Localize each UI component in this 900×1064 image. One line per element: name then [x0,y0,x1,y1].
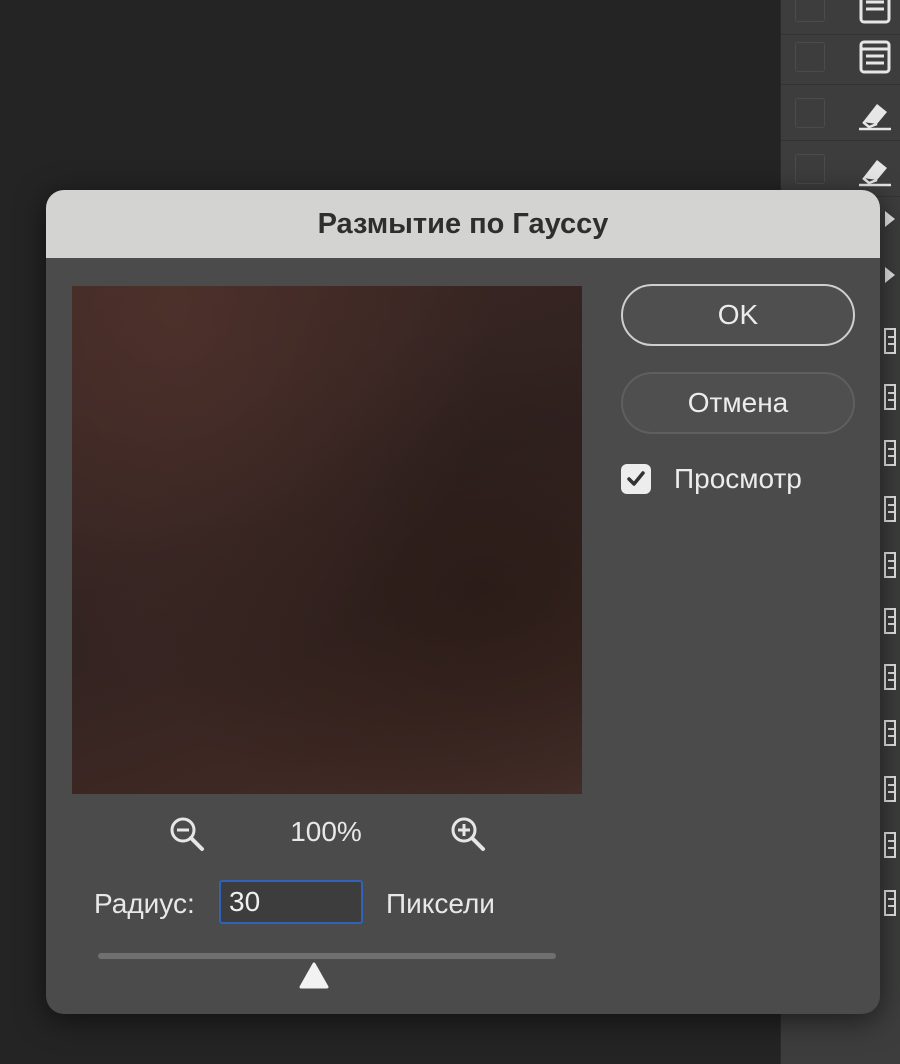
units-label: Пиксели [386,888,495,919]
zoom-in-icon[interactable] [448,814,488,854]
list-icon [884,890,896,916]
layer-row[interactable] [781,28,900,85]
preview-checkbox[interactable] [621,464,651,494]
list-icon [884,776,896,802]
document-icon [859,40,891,74]
blur-preview-image[interactable] [72,286,582,794]
cancel-button[interactable]: Отмена [621,372,855,434]
radius-label: Радиус: [94,888,195,919]
dialog-title: Размытие по Гауссу [317,208,609,240]
layer-visibility-toggle[interactable] [795,42,825,72]
expand-arrow-icon[interactable] [883,260,897,290]
list-icon [884,720,896,746]
layer-visibility-toggle[interactable] [795,154,825,184]
list-icon [884,832,896,858]
zoom-controls: 100% [46,810,626,860]
gaussian-blur-dialog: Размытие по Гауссу 100% Радиус: Пиксели … [46,190,880,1014]
layer-row[interactable] [781,84,900,141]
list-icon [884,440,896,466]
ok-button[interactable]: OK [621,284,855,346]
preview-label: Просмотр [674,463,802,494]
zoom-level: 100% [290,816,362,847]
triangle-thumb-icon[interactable] [298,962,330,990]
radius-slider-track[interactable] [98,953,556,959]
layer-visibility-toggle[interactable] [795,98,825,128]
checkmark-icon [627,471,645,486]
list-icon [884,328,896,354]
list-icon [884,664,896,690]
list-icon [884,496,896,522]
eraser-icon [859,160,891,187]
expand-arrow-icon[interactable] [883,204,897,234]
layer-row[interactable] [781,140,900,197]
list-icon [884,552,896,578]
document-icon [859,0,891,24]
eraser-icon [859,104,891,131]
layer-visibility-toggle[interactable] [795,0,825,22]
zoom-out-icon[interactable] [167,814,207,854]
dialog-titlebar[interactable]: Размытие по Гауссу [46,190,880,258]
list-icon [884,384,896,410]
radius-input[interactable] [219,880,363,924]
list-icon [884,608,896,634]
